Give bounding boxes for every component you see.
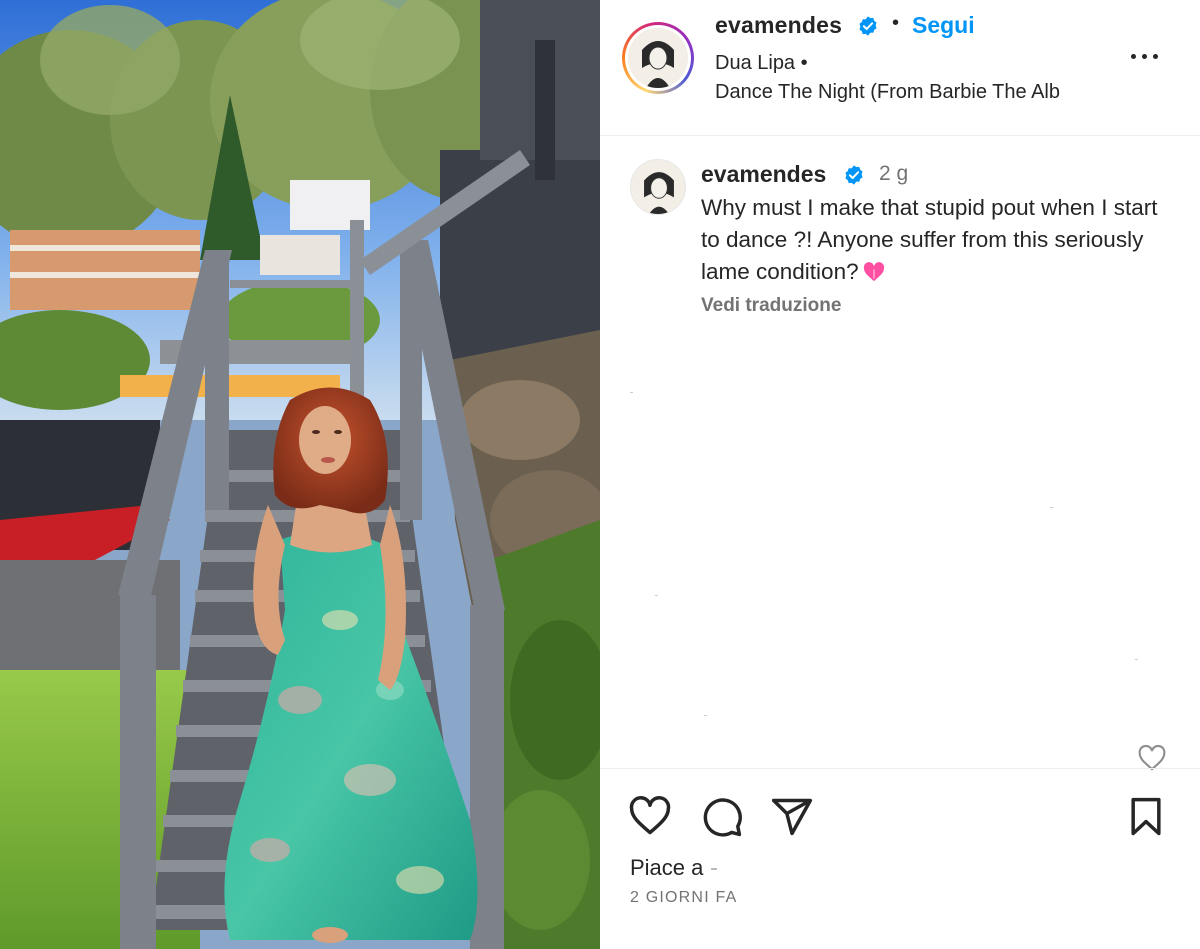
follow-button[interactable]: Segui	[912, 12, 975, 39]
divider	[630, 392, 633, 393]
divider	[1050, 507, 1053, 508]
caption-username[interactable]: evamendes	[701, 161, 826, 188]
post-date[interactable]: 2 GIORNI FA	[630, 889, 737, 907]
post-photo	[0, 0, 600, 949]
verified-badge-icon	[843, 164, 865, 186]
caption-timestamp[interactable]: 2 g	[879, 162, 908, 186]
post-detail-panel: evamendes • Segui Dua Lipa • Dance The N…	[600, 0, 1200, 949]
divider	[655, 595, 658, 596]
divider	[1135, 659, 1138, 660]
caption-body: Why must I make that stupid pout when I …	[701, 195, 1158, 284]
divider	[704, 715, 707, 716]
caption-section: evamendes 2 g Why must I make that stupi…	[600, 137, 1200, 771]
comment-icon[interactable]	[700, 795, 744, 839]
header-separator: •	[892, 12, 900, 34]
post-media[interactable]	[0, 0, 600, 949]
bookmark-icon[interactable]	[1124, 795, 1168, 839]
music-track[interactable]: Dance The Night (From Barbie The Alb	[715, 81, 1103, 104]
caption-text: Why must I make that stupid pout when I …	[701, 192, 1181, 288]
post-actions: Piace a 2 GIORNI FA	[600, 768, 1200, 949]
story-ring-avatar[interactable]	[622, 22, 694, 94]
likes-label: Piace a	[630, 855, 704, 880]
header-username[interactable]: evamendes	[715, 12, 842, 39]
music-artist[interactable]: Dua Lipa •	[715, 52, 808, 75]
pink-heart-emoji-icon	[863, 259, 885, 282]
likes-name-placeholder	[711, 868, 718, 871]
avatar	[628, 28, 688, 88]
heart-icon[interactable]	[628, 795, 672, 839]
likes-summary[interactable]: Piace a	[630, 855, 718, 881]
share-icon[interactable]	[770, 795, 814, 839]
more-options-icon[interactable]	[1125, 44, 1165, 68]
see-translation-link[interactable]: Vedi traduzione	[701, 295, 841, 317]
verified-badge-icon	[857, 15, 879, 37]
post-header: evamendes • Segui Dua Lipa • Dance The N…	[600, 0, 1200, 136]
avatar[interactable]	[630, 159, 686, 215]
